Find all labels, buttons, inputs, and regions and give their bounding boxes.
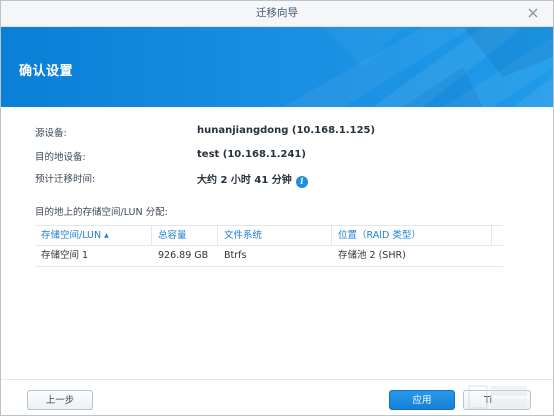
allocation-table: 存储空间/LUN ▲ 总容量 文件系统 位置（RAID 类型） 存储空间 1 92…: [35, 225, 503, 267]
page-heading: 确认设置: [19, 64, 74, 79]
header-banner: 确认设置: [1, 27, 553, 107]
watermark-logo: [468, 385, 527, 409]
cell-filesystem: Btrfs: [224, 250, 247, 261]
allocation-label: 目的地上的存储空间/LUN 分配:: [35, 207, 168, 218]
destination-label: 目的地设备:: [35, 152, 86, 163]
footer-bar: 上一步 应用 Ti: [1, 379, 553, 415]
column-header-location[interactable]: 位置（RAID 类型）: [332, 226, 492, 245]
cell-location: 存储池 2 (SHR): [338, 250, 406, 261]
source-label: 源设备:: [35, 128, 67, 139]
sort-asc-icon: ▲: [104, 232, 109, 239]
column-header-filesystem[interactable]: 文件系统: [218, 226, 332, 245]
estimated-time-value: 大约 2 小时 41 分钟: [197, 175, 292, 186]
column-header-volume[interactable]: 存储空间/LUN ▲: [35, 226, 152, 245]
info-icon[interactable]: i: [295, 176, 308, 188]
estimated-time-label: 预计迁移时间:: [35, 174, 96, 185]
title-bar: 迁移向导: [1, 1, 553, 27]
table-row[interactable]: 存储空间 1 926.89 GB Btrfs 存储池 2 (SHR): [35, 246, 503, 267]
cell-volume: 存储空间 1: [41, 250, 89, 261]
apply-button[interactable]: 应用: [389, 390, 455, 410]
column-header-capacity[interactable]: 总容量: [152, 226, 218, 245]
estimated-time-value-wrap: 大约 2 小时 41 分钟 i: [197, 171, 308, 188]
close-icon[interactable]: [525, 5, 541, 21]
banner-decoration: [283, 27, 553, 107]
table-header: 存储空间/LUN ▲ 总容量 文件系统 位置（RAID 类型）: [35, 226, 503, 246]
window-title: 迁移向导: [256, 7, 298, 19]
source-value: hunanjiangdong (10.168.1.125): [197, 125, 376, 136]
cell-capacity: 926.89 GB: [158, 250, 209, 261]
migration-wizard-window: 迁移向导 确认设置 源设备: hunanjiangdong (10.168.1.…: [0, 0, 554, 416]
back-button[interactable]: 上一步: [27, 390, 93, 410]
destination-value: test (10.168.1.241): [197, 149, 306, 160]
